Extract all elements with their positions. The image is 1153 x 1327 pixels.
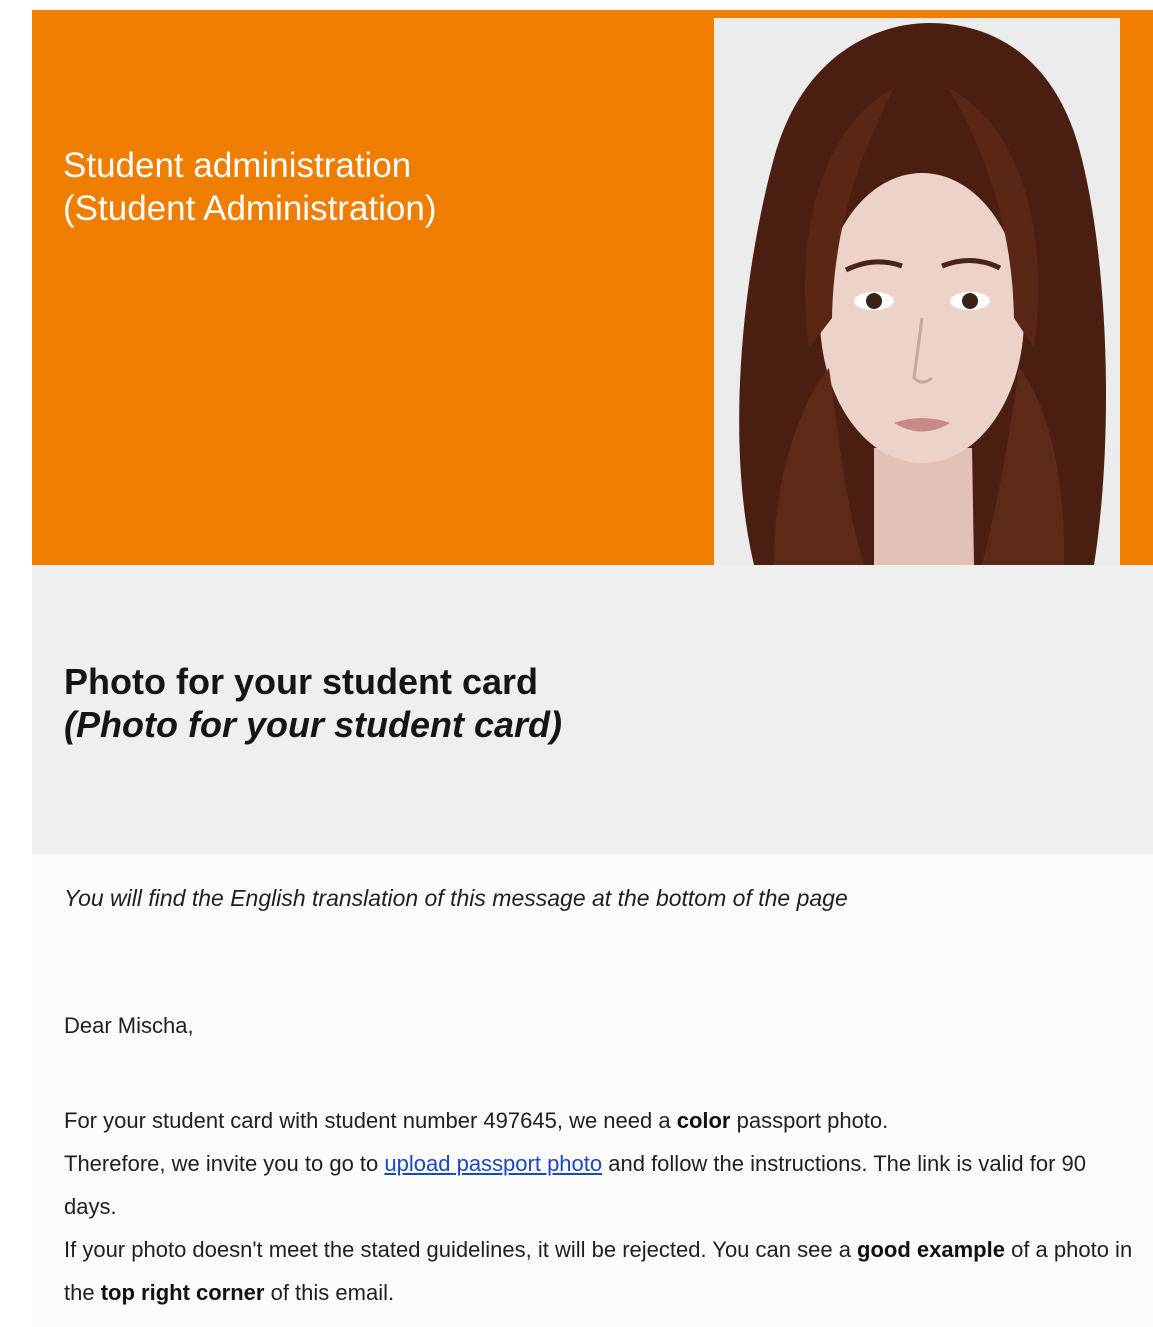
bold-good-example: good example bbox=[857, 1237, 1005, 1262]
header-title: Student administration (Student Administ… bbox=[63, 144, 437, 230]
instructions-paragraph: For your student card with student numbe… bbox=[64, 1099, 1134, 1314]
page-title-line2: (Photo for your student card) bbox=[64, 704, 562, 745]
passport-photo-example bbox=[714, 18, 1120, 565]
header-title-line1: Student administration bbox=[63, 146, 412, 185]
email-body: You will find the English translation of… bbox=[32, 855, 1153, 1327]
para-text: For your student card with student numbe… bbox=[64, 1108, 677, 1133]
page-title-line1: Photo for your student card bbox=[64, 661, 539, 702]
page-title: Photo for your student card (Photo for y… bbox=[64, 660, 562, 746]
bold-top-right-corner: top right corner bbox=[100, 1280, 265, 1305]
bold-color: color bbox=[676, 1108, 731, 1133]
header-banner: Student administration (Student Administ… bbox=[32, 10, 1153, 565]
translation-note: You will find the English translation of… bbox=[64, 885, 848, 911]
para-text: Therefore, we invite you to go to bbox=[64, 1151, 385, 1176]
upload-passport-photo-link[interactable]: upload passport photo bbox=[384, 1151, 602, 1176]
greeting: Dear Mischa, bbox=[64, 1013, 194, 1038]
para-text: passport photo. bbox=[730, 1108, 889, 1133]
para-text: If your photo doesn't meet the stated gu… bbox=[64, 1237, 858, 1262]
para-text: of this email. bbox=[264, 1280, 395, 1305]
portrait-icon bbox=[714, 18, 1120, 565]
email-message: Student administration (Student Administ… bbox=[32, 10, 1153, 1327]
header-title-line2: (Student Administration) bbox=[63, 189, 437, 228]
title-band: Photo for your student card (Photo for y… bbox=[32, 565, 1153, 855]
